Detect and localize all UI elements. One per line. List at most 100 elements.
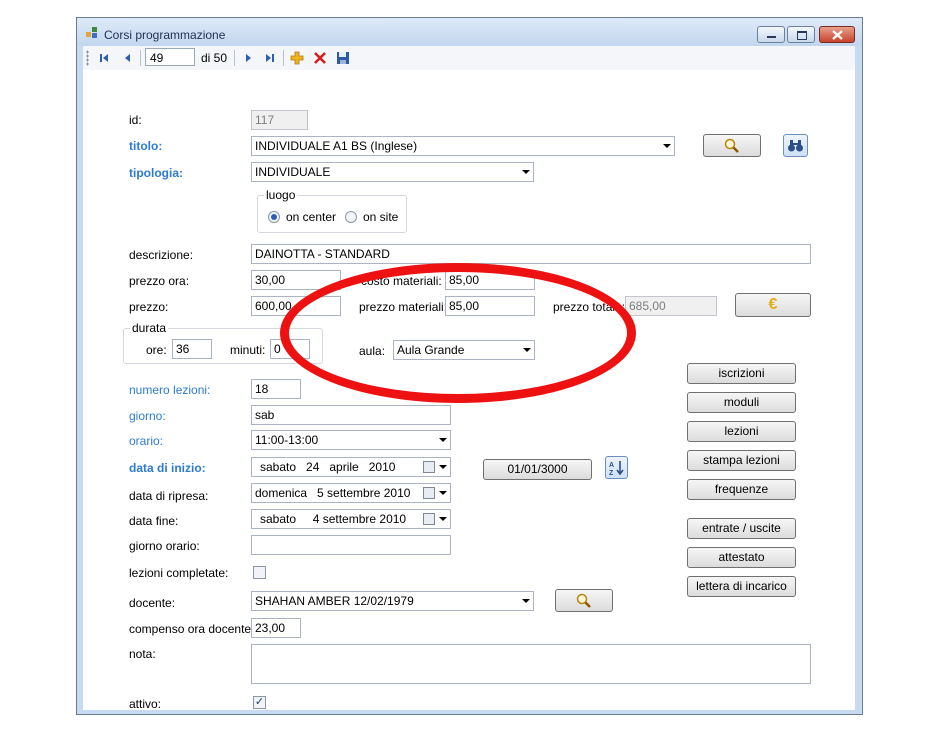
- frequenze-button[interactable]: frequenze: [687, 479, 796, 500]
- euro-icon: €: [768, 296, 778, 313]
- entrate-uscite-button[interactable]: entrate / uscite: [687, 518, 796, 539]
- app-window: Corsi programmazione 49 di 50 id: 117 ti…: [76, 17, 863, 715]
- attestato-button[interactable]: attestato: [687, 547, 796, 568]
- costo-materiali-field[interactable]: 85,00: [445, 270, 535, 290]
- chevron-down-icon: [522, 599, 530, 603]
- docente-dropdown[interactable]: SHAHAN AMBER 12/02/1979: [251, 591, 534, 611]
- window-title: Corsi programmazione: [104, 28, 226, 42]
- titolo-dropdown[interactable]: INDIVIDUALE A1 BS (Inglese): [251, 136, 675, 156]
- prezzo-field[interactable]: 600,00: [251, 296, 341, 316]
- prezzo-materiali-field[interactable]: 85,00: [445, 296, 535, 316]
- minimize-button[interactable]: [757, 26, 785, 43]
- numero-lezioni-field[interactable]: 18: [251, 379, 301, 399]
- position-input[interactable]: 49: [145, 48, 195, 66]
- search-icon: [576, 593, 591, 608]
- aula-dropdown[interactable]: Aula Grande: [393, 340, 535, 360]
- descrizione-field[interactable]: DAINOTTA - STANDARD: [251, 244, 811, 264]
- giorno-orario-label: giorno orario:: [129, 539, 200, 553]
- navigator-toolbar: 49 di 50: [83, 46, 855, 70]
- date-reset-button[interactable]: 01/01/3000: [483, 459, 592, 480]
- giorno-label: giorno:: [129, 409, 166, 423]
- add-icon[interactable]: [289, 50, 305, 66]
- on-site-label: on site: [363, 210, 399, 224]
- prezzo-totale-label: prezzo totale:: [553, 300, 626, 314]
- prezzo-label: prezzo:: [129, 300, 169, 314]
- luogo-label: luogo: [264, 188, 298, 202]
- data-ripresa-picker[interactable]: domenica 5 settembre 2010: [251, 483, 451, 503]
- svg-text:Z: Z: [609, 470, 614, 477]
- nota-label: nota:: [129, 647, 156, 661]
- orario-dropdown[interactable]: 11:00-13:00: [251, 430, 451, 450]
- data-fine-label: data fine:: [129, 514, 179, 528]
- minuti-field[interactable]: 0: [270, 339, 310, 359]
- form-client-area: id: 117 titolo: INDIVIDUALE A1 BS (Ingle…: [83, 70, 855, 711]
- data-inizio-picker[interactable]: sabato 24 aprile 2010: [251, 457, 451, 477]
- delete-icon[interactable]: [312, 50, 328, 66]
- data-fine-value: sabato 4 settembre 2010: [260, 512, 407, 526]
- chevron-down-icon: [439, 491, 447, 495]
- search-icon: [724, 138, 739, 153]
- tipologia-value: INDIVIDUALE: [255, 165, 331, 179]
- move-next-icon[interactable]: [240, 50, 256, 66]
- record-count-label: di 50: [201, 51, 228, 65]
- chevron-down-icon: [439, 465, 447, 469]
- on-site-radio[interactable]: [345, 211, 357, 223]
- svg-text:A: A: [609, 462, 614, 469]
- durata-group: durata ore: 36 minuti: 0: [123, 321, 323, 364]
- data-ripresa-value: domenica 5 settembre 2010: [255, 486, 411, 500]
- save-icon[interactable]: [335, 50, 351, 66]
- ore-field[interactable]: 36: [172, 339, 212, 359]
- maximize-button[interactable]: [787, 26, 815, 43]
- compenso-label: compenso ora docente:: [129, 622, 255, 636]
- nota-field[interactable]: [251, 644, 811, 684]
- giorno-field[interactable]: sab: [251, 405, 451, 425]
- compenso-field[interactable]: 23,00: [251, 618, 301, 638]
- attivo-checkbox[interactable]: ✓: [253, 696, 266, 709]
- prezzo-materiali-label: prezzo materiali:: [359, 300, 448, 314]
- prezzo-ora-field[interactable]: 30,00: [251, 270, 341, 290]
- move-previous-icon[interactable]: [120, 50, 136, 66]
- toolbar-grip[interactable]: [86, 50, 89, 66]
- tipologia-label: tipologia:: [129, 166, 183, 180]
- lezioni-completate-checkbox[interactable]: [253, 566, 266, 579]
- euro-button[interactable]: €: [735, 293, 811, 317]
- title-bar[interactable]: Corsi programmazione: [77, 18, 862, 46]
- calendar-icon: [423, 513, 435, 525]
- tipologia-dropdown[interactable]: INDIVIDUALE: [251, 162, 534, 182]
- orario-label: orario:: [129, 434, 164, 448]
- moduli-button[interactable]: moduli: [687, 392, 796, 413]
- lettera-incarico-button[interactable]: lettera di incarico: [687, 576, 796, 597]
- calendar-icon: [423, 487, 435, 499]
- chevron-down-icon: [522, 170, 530, 174]
- iscrizioni-button[interactable]: iscrizioni: [687, 363, 796, 384]
- lezioni-button[interactable]: lezioni: [687, 421, 796, 442]
- binoculars-button[interactable]: [783, 134, 808, 157]
- docente-label: docente:: [129, 596, 176, 610]
- titolo-label: titolo:: [129, 139, 163, 153]
- data-inizio-value: sabato 24 aprile 2010: [260, 460, 396, 474]
- data-fine-picker[interactable]: sabato 4 settembre 2010: [251, 509, 451, 529]
- calendar-icon: [423, 461, 435, 473]
- docente-search-button[interactable]: [555, 589, 613, 612]
- minuti-label: minuti:: [230, 343, 266, 357]
- prezzo-totale-field[interactable]: 685,00: [625, 296, 717, 316]
- sort-button[interactable]: AZ: [605, 456, 628, 479]
- data-inizio-label: data di inizio:: [129, 461, 206, 475]
- costo-materiali-label: costo materiali:: [361, 274, 442, 288]
- titolo-search-button[interactable]: [703, 134, 761, 157]
- move-last-icon[interactable]: [262, 50, 278, 66]
- luogo-group: luogo on center on site: [257, 188, 407, 233]
- close-button[interactable]: [819, 26, 855, 43]
- on-center-radio[interactable]: [268, 211, 280, 223]
- chevron-down-icon: [663, 144, 671, 148]
- close-icon: [832, 30, 843, 40]
- numero-lezioni-label: numero lezioni:: [129, 383, 211, 397]
- on-center-label: on center: [286, 210, 337, 224]
- stampa-lezioni-button[interactable]: stampa lezioni: [687, 450, 796, 471]
- id-field[interactable]: 117: [251, 110, 308, 130]
- maximize-icon: [797, 31, 807, 40]
- lezioni-completate-label: lezioni completate:: [129, 566, 229, 580]
- giorno-orario-field[interactable]: [251, 535, 451, 555]
- move-first-icon[interactable]: [96, 50, 112, 66]
- titolo-value: INDIVIDUALE A1 BS (Inglese): [255, 139, 418, 153]
